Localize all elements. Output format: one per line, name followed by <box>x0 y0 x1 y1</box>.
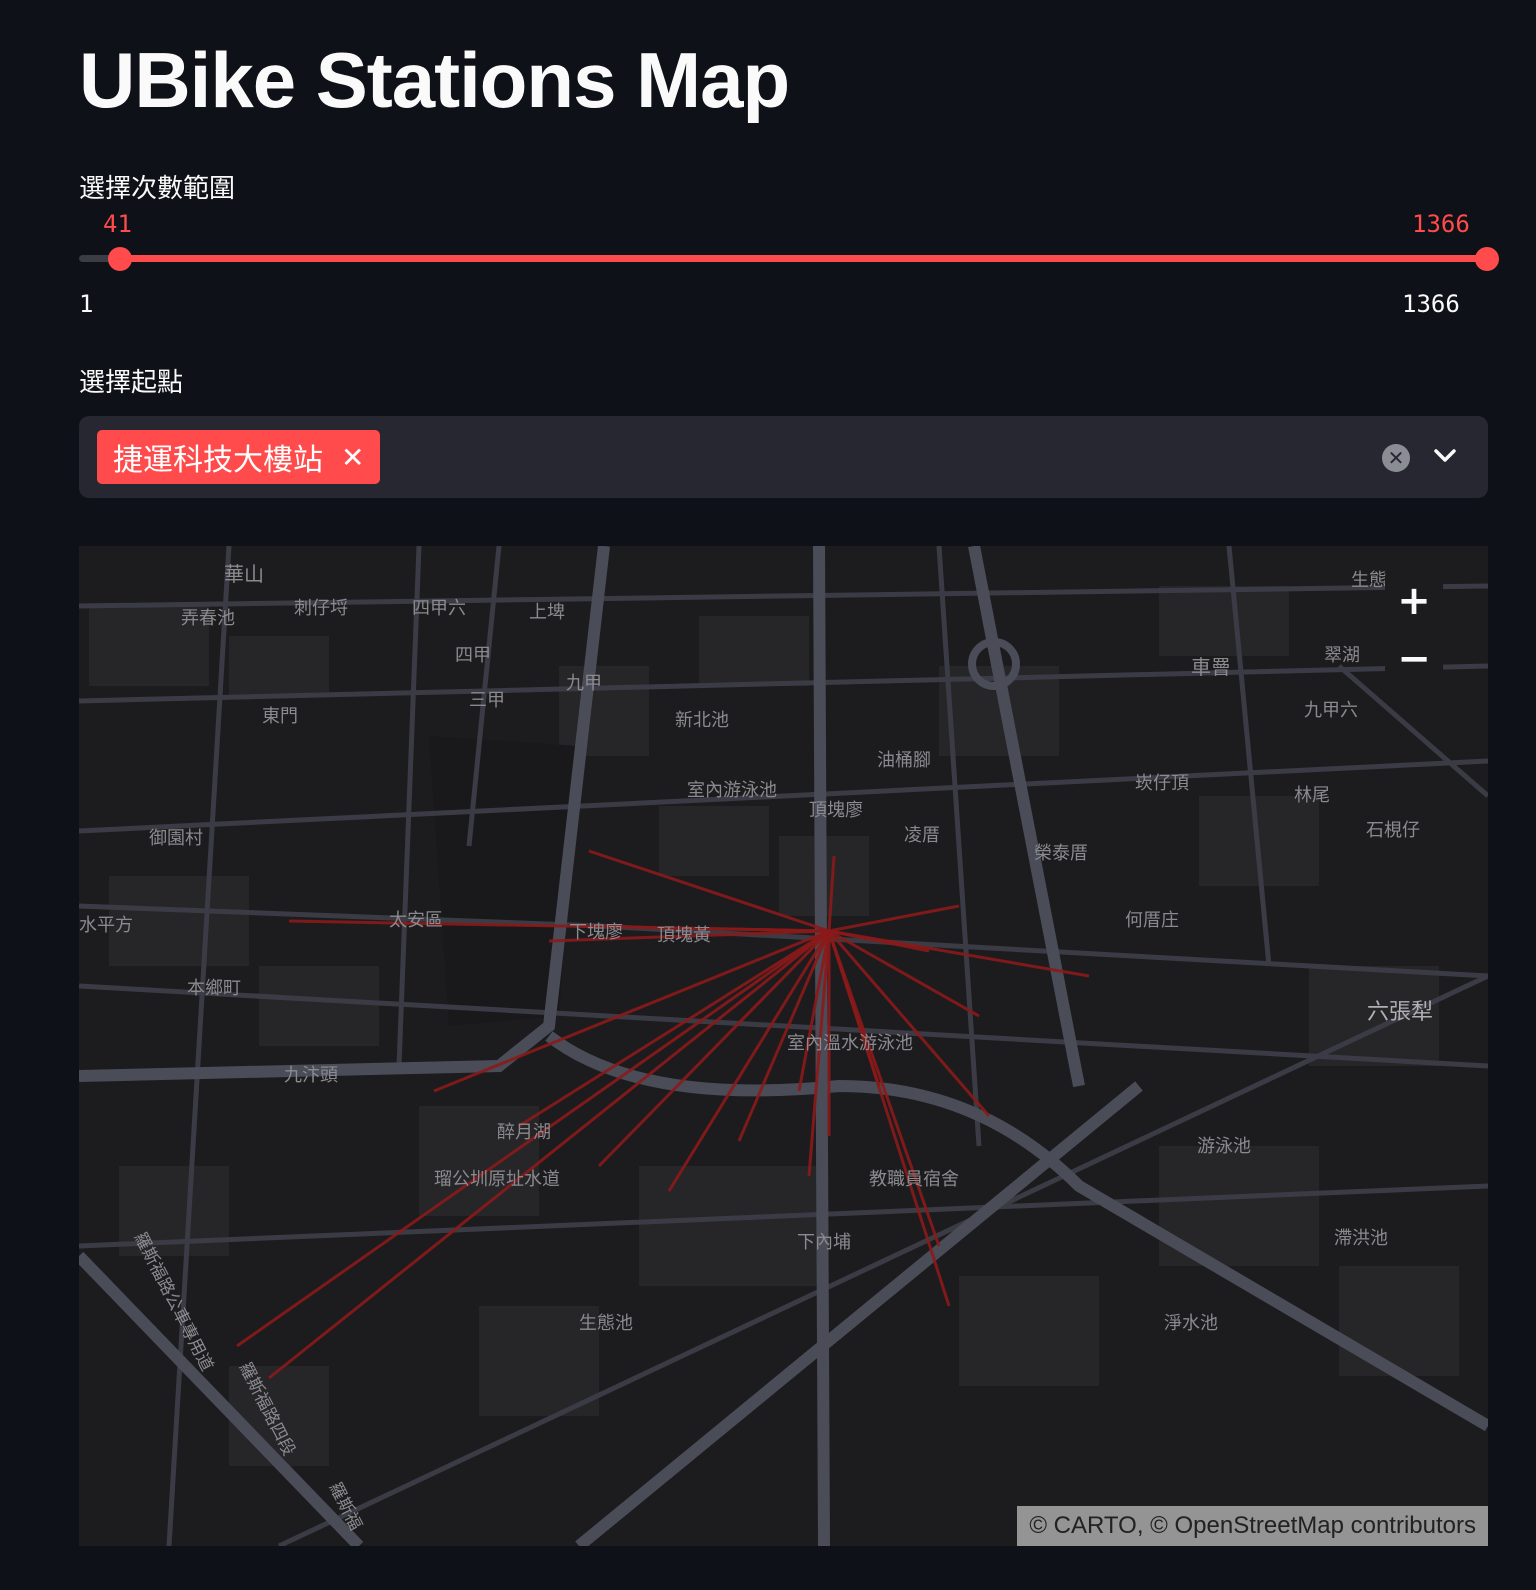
svg-text:四甲六: 四甲六 <box>412 598 466 619</box>
chevron-down-icon[interactable] <box>1429 436 1461 476</box>
svg-text:瑠公圳原址水道: 瑠公圳原址水道 <box>434 1169 560 1190</box>
map-view[interactable]: 華山 弄春池 刺仔埒 四甲六 上埤 生態 四甲 九甲 三甲 車罾 翠湖 東門 新… <box>79 546 1488 1546</box>
svg-text:淨水池: 淨水池 <box>1164 1313 1218 1334</box>
range-slider-high-thumb[interactable] <box>1475 247 1499 271</box>
svg-text:車罾: 車罾 <box>1191 655 1231 679</box>
svg-text:御園村: 御園村 <box>149 828 203 849</box>
svg-text:太安區: 太安區 <box>389 910 443 931</box>
range-min-label: 1 <box>79 290 94 318</box>
svg-text:室內溫水游泳池: 室內溫水游泳池 <box>787 1033 913 1054</box>
svg-text:六張犁: 六張犁 <box>1367 1000 1433 1025</box>
range-slider-label: 選擇次數範圍 <box>79 174 236 204</box>
svg-text:九甲: 九甲 <box>566 673 602 694</box>
svg-text:頂塊廖: 頂塊廖 <box>809 800 863 821</box>
svg-text:新北池: 新北池 <box>675 710 729 731</box>
svg-text:生態池: 生態池 <box>579 1313 633 1334</box>
svg-text:醉月湖: 醉月湖 <box>497 1122 551 1143</box>
svg-text:滯洪池: 滯洪池 <box>1334 1228 1388 1249</box>
clear-circle-icon[interactable]: ✕ <box>1382 444 1410 472</box>
svg-text:頂塊黃: 頂塊黃 <box>657 925 711 946</box>
svg-text:水平方: 水平方 <box>79 915 133 936</box>
svg-text:弄春池: 弄春池 <box>181 608 235 629</box>
svg-text:三甲: 三甲 <box>469 690 505 711</box>
selected-station-chip: 捷運科技大樓站 ✕ <box>97 430 381 484</box>
svg-text:凌厝: 凌厝 <box>904 825 940 846</box>
zoom-out-button[interactable]: − <box>1385 630 1443 688</box>
zoom-in-button[interactable]: + <box>1385 572 1443 630</box>
svg-text:華山: 華山 <box>224 562 264 586</box>
svg-text:崁仔頂: 崁仔頂 <box>1135 773 1189 794</box>
svg-text:九汴頭: 九汴頭 <box>284 1065 338 1086</box>
svg-text:東門: 東門 <box>262 706 298 727</box>
map-attribution[interactable]: © CARTO, © OpenStreetMap contributors <box>1017 1506 1488 1546</box>
svg-text:刺仔埒: 刺仔埒 <box>294 598 348 619</box>
svg-text:教職員宿舍: 教職員宿舍 <box>869 1169 959 1190</box>
range-slider-low-thumb[interactable] <box>108 247 132 271</box>
svg-text:生態: 生態 <box>1351 570 1387 591</box>
svg-text:翠湖: 翠湖 <box>1324 645 1360 666</box>
zoom-controls: + − <box>1385 572 1443 690</box>
svg-text:四甲: 四甲 <box>455 645 491 666</box>
close-icon[interactable]: ✕ <box>341 441 364 474</box>
range-high-value: 1366 <box>1412 210 1470 238</box>
svg-text:下塊廖: 下塊廖 <box>569 922 623 943</box>
range-max-label: 1366 <box>1402 290 1460 318</box>
svg-text:九甲六: 九甲六 <box>1304 700 1358 721</box>
basemap: 華山 弄春池 刺仔埒 四甲六 上埤 生態 四甲 九甲 三甲 車罾 翠湖 東門 新… <box>79 546 1488 1546</box>
page-title: UBike Stations Map <box>79 36 790 124</box>
range-low-value: 41 <box>103 210 132 238</box>
start-select-label: 選擇起點 <box>79 368 184 398</box>
svg-text:本鄉町: 本鄉町 <box>187 978 241 999</box>
svg-text:下內埔: 下內埔 <box>797 1232 851 1253</box>
svg-text:何厝庄: 何厝庄 <box>1125 910 1179 931</box>
svg-text:榮泰厝: 榮泰厝 <box>1034 843 1088 864</box>
svg-text:游泳池: 游泳池 <box>1197 1136 1251 1157</box>
selected-station-label: 捷運科技大樓站 <box>113 443 323 478</box>
svg-text:上埤: 上埤 <box>529 602 565 623</box>
range-slider-fill <box>120 255 1489 262</box>
svg-text:油桶腳: 油桶腳 <box>877 750 931 771</box>
start-station-multiselect[interactable]: 捷運科技大樓站 ✕ ✕ <box>79 416 1488 498</box>
svg-text:室內游泳池: 室內游泳池 <box>687 780 777 801</box>
svg-text:石梘仔: 石梘仔 <box>1366 820 1420 841</box>
svg-text:林尾: 林尾 <box>1294 785 1330 806</box>
